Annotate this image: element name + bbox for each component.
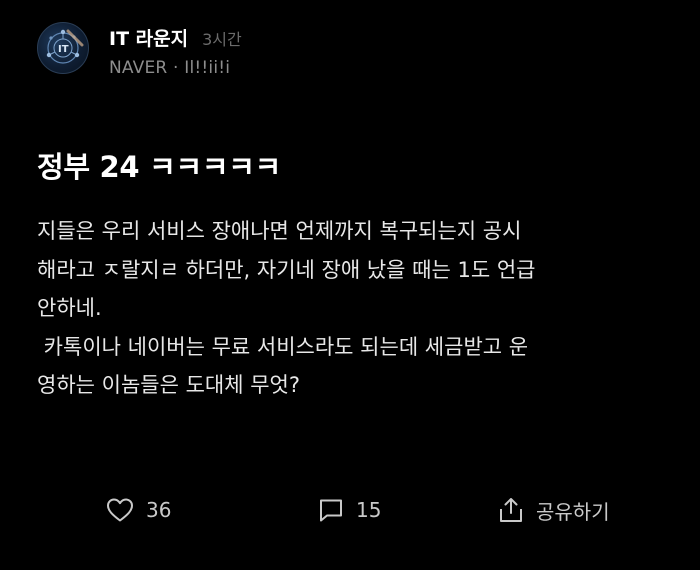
post-body: 지들은 우리 서비스 장애나면 언제까지 복구되는지 공시 해라고 ㅈ랄지ㄹ 하…	[37, 212, 667, 405]
comment-icon	[318, 497, 344, 523]
action-bar: 36 15 공유하기	[0, 488, 700, 532]
share-button[interactable]: 공유하기	[498, 488, 610, 532]
comment-count: 15	[356, 498, 382, 522]
like-button[interactable]: 36	[106, 488, 171, 532]
it-circuit-avatar-icon: IT	[46, 29, 84, 64]
post-title: 정부 24 ㅋㅋㅋㅋㅋ	[37, 150, 282, 184]
post-body-line: 지들은 우리 서비스 장애나면 언제까지 복구되는지 공시	[37, 219, 522, 243]
channel-avatar[interactable]: IT	[37, 22, 89, 74]
share-icon	[498, 496, 524, 524]
post-body-line: 해라고 ㅈ랄지ㄹ 하더만, 자기네 장애 났을 때는 1도 언급	[37, 257, 536, 282]
post-source: NAVER · Il!!ii!i	[109, 58, 231, 78]
like-count: 36	[146, 498, 172, 522]
channel-name[interactable]: IT 라운지	[109, 24, 188, 51]
name-row: IT 라운지 3시간	[109, 24, 242, 50]
post-body-line: 안하네.	[37, 296, 102, 320]
post-body-line: 영하는 이놈들은 도대체 무엇?	[37, 373, 301, 397]
post-time: 3시간	[202, 30, 242, 49]
post-header: IT IT 라운지 3시간 NAVER · Il!!ii!i	[37, 22, 242, 78]
header-text: IT 라운지 3시간 NAVER · Il!!ii!i	[109, 24, 242, 78]
post-body-line: 카톡이나 네이버는 무료 서비스라도 되는데 세금받고 운	[37, 334, 529, 359]
comment-button[interactable]: 15	[318, 488, 381, 532]
heart-icon	[106, 497, 134, 523]
svg-text:IT: IT	[58, 44, 69, 55]
share-label: 공유하기	[536, 499, 610, 524]
